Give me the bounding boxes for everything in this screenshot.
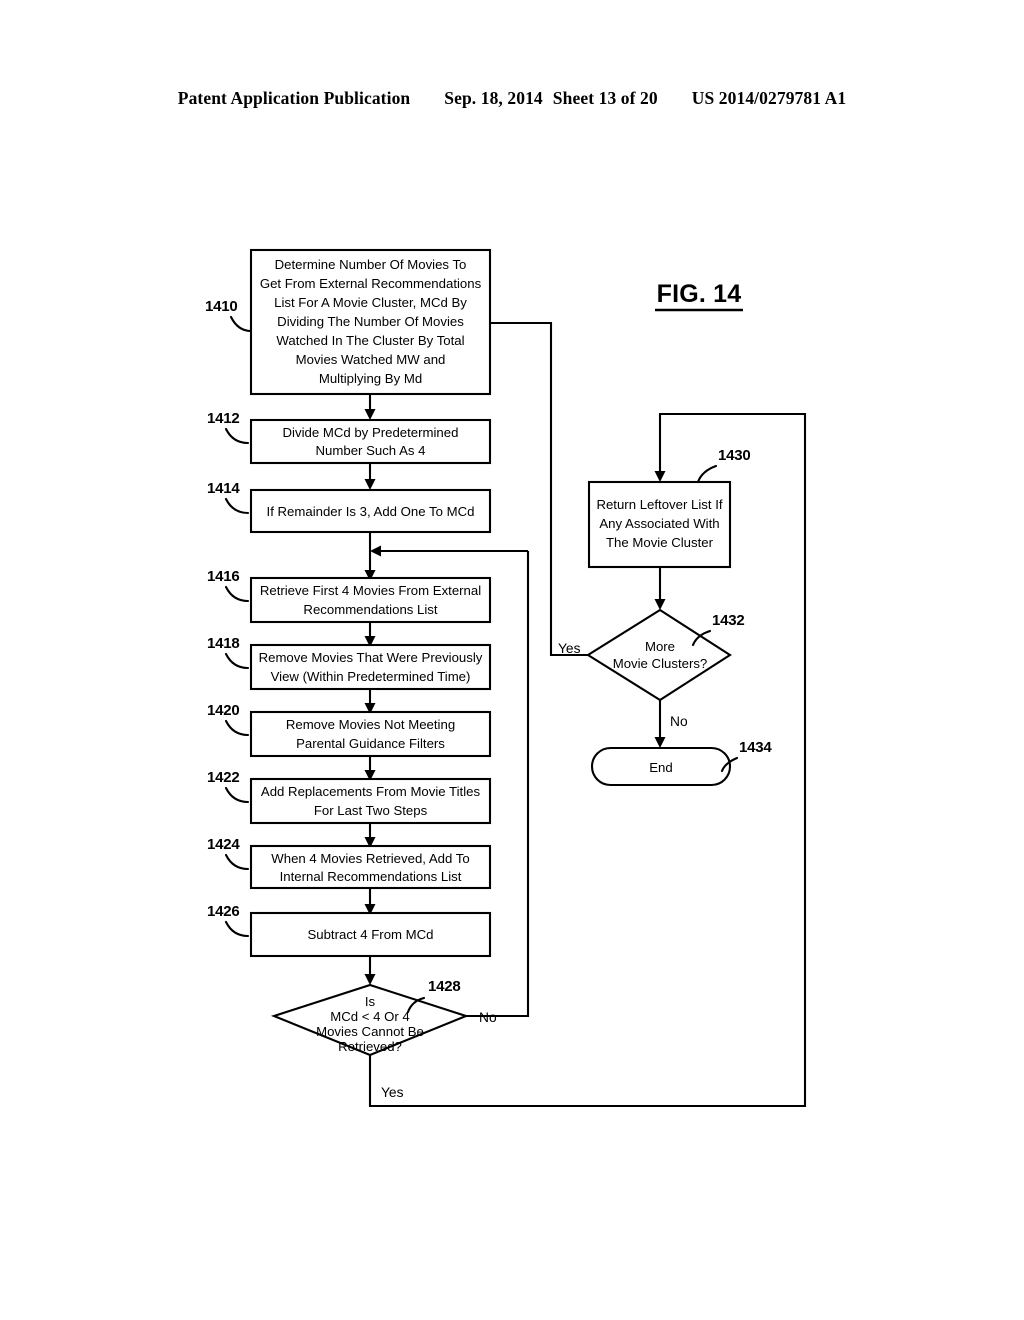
node-1426-leader <box>224 920 250 938</box>
node-1420-leader <box>224 719 250 737</box>
node-1418-line-2: View (Within Predetermined Time) <box>271 669 471 684</box>
node-1418-line-1: Remove Movies That Were Previously <box>259 650 483 665</box>
node-1410-line-4: Dividing The Number Of Movies <box>277 314 464 329</box>
node-1428[interactable]: Is MCd < 4 Or 4 Movies Cannot Be Retriev… <box>270 978 470 1057</box>
node-1412[interactable]: Divide MCd by Predetermined Number Such … <box>207 410 492 465</box>
node-1420-ref: 1420 <box>207 702 240 719</box>
header-publication: Patent Application Publication <box>177 88 411 108</box>
node-1424[interactable]: When 4 Movies Retrieved, Add To Internal… <box>207 836 492 890</box>
node-1430-ref: 1430 <box>718 447 751 464</box>
node-1422[interactable]: Add Replacements From Movie Titles For L… <box>207 769 492 825</box>
node-1422-ref: 1422 <box>207 769 240 786</box>
node-1416-line-2: Recommendations List <box>303 602 437 617</box>
node-1426-line-1: Subtract 4 From MCd <box>307 927 433 942</box>
node-1432-ref: 1432 <box>712 612 745 629</box>
node-1410-line-6: Movies Watched MW and <box>296 352 446 367</box>
node-1424-line-1: When 4 Movies Retrieved, Add To <box>271 851 469 866</box>
node-1410-line-1: Determine Number Of Movies To <box>275 257 467 272</box>
header-date: Sep. 18, 2014 <box>444 88 543 108</box>
node-1426[interactable]: Subtract 4 From MCd 1426 <box>207 903 492 958</box>
patent-figure-page: Patent Application Publication Sep. 18, … <box>0 0 1024 1320</box>
node-1428-ref: 1428 <box>428 978 461 995</box>
node-1418-leader <box>224 652 250 670</box>
arrowhead-1434 <box>654 737 666 748</box>
flowchart-diagram: FIG. 14 No Yes Yes No Determine Number O… <box>205 248 807 1108</box>
node-1428-line-3: Movies Cannot Be <box>316 1024 424 1039</box>
node-1434-label: End <box>649 760 672 775</box>
node-1414-leader <box>224 497 250 515</box>
node-1414-line-1: If Remainder Is 3, Add One To MCd <box>267 504 475 519</box>
edge-label-1428-yes: Yes <box>381 1085 404 1100</box>
node-1434-ref: 1434 <box>739 739 772 756</box>
edge-label-1432-yes: Yes <box>558 641 581 656</box>
node-1410-line-2: Get From External Recommendations <box>260 276 482 291</box>
arrowhead-1430 <box>654 471 666 482</box>
node-1416-line-1: Retrieve First 4 Movies From External <box>260 583 481 598</box>
node-1430-line-1: Return Leftover List If <box>596 497 722 512</box>
node-1422-line-2: For Last Two Steps <box>314 803 428 818</box>
node-1420-line-2: Parental Guidance Filters <box>296 736 445 751</box>
node-1418-ref: 1418 <box>207 635 240 652</box>
node-1424-ref: 1424 <box>207 836 240 853</box>
node-1410-leader <box>229 315 253 333</box>
node-1412-leader <box>224 427 250 445</box>
node-1426-ref: 1426 <box>207 903 240 920</box>
arrowhead-1412 <box>364 409 376 420</box>
header-patent-number: US 2014/0279781 A1 <box>691 88 847 108</box>
node-1432-diamond[interactable] <box>586 608 732 702</box>
node-1428-line-1: Is <box>365 994 376 1009</box>
arrowhead-1414 <box>364 479 376 490</box>
node-1428-line-4: Retrieved? <box>338 1039 402 1054</box>
node-1430-leader <box>696 464 718 484</box>
node-1412-line-1: Divide MCd by Predetermined <box>283 425 459 440</box>
node-1428-line-2: MCd < 4 Or 4 <box>330 1009 410 1024</box>
node-1434[interactable]: End 1434 <box>590 739 773 787</box>
node-1412-line-2: Number Such As 4 <box>316 443 426 458</box>
node-1416-leader <box>224 585 250 603</box>
arrowhead-1428 <box>364 974 376 985</box>
node-1430-line-2: Any Associated With <box>599 516 719 531</box>
node-1422-line-1: Add Replacements From Movie Titles <box>261 784 481 799</box>
node-1414-ref: 1414 <box>207 480 240 497</box>
node-1416-ref: 1416 <box>207 568 240 585</box>
node-1432[interactable]: More Movie Clusters? 1432 <box>586 608 745 702</box>
node-1430-line-3: The Movie Cluster <box>606 535 714 550</box>
node-1424-leader <box>224 853 250 871</box>
node-1420[interactable]: Remove Movies Not Meeting Parental Guida… <box>207 702 492 758</box>
node-1418[interactable]: Remove Movies That Were Previously View … <box>207 635 492 691</box>
node-1420-line-1: Remove Movies Not Meeting <box>286 717 455 732</box>
page-header: Patent Application Publication Sep. 18, … <box>0 88 1024 109</box>
node-1410-line-5: Watched In The Cluster By Total <box>276 333 464 348</box>
arrowhead-no-loop-return <box>370 545 381 557</box>
node-1410[interactable]: Determine Number Of Movies To Get From E… <box>205 248 492 396</box>
header-sheet: Sheet 13 of 20 <box>552 88 658 108</box>
node-1410-ref: 1410 <box>205 298 238 315</box>
arrowhead-1432 <box>654 599 666 610</box>
edge-label-1428-no: No <box>479 1010 497 1025</box>
edge-label-1432-no: No <box>670 714 688 729</box>
node-1422-leader <box>224 786 250 804</box>
node-1432-line-2: Movie Clusters? <box>613 656 708 671</box>
node-1424-line-2: Internal Recommendations List <box>280 869 462 884</box>
node-1432-line-1: More <box>645 639 675 654</box>
node-1410-line-7: Multiplying By Md <box>319 371 422 386</box>
node-1412-ref: 1412 <box>207 410 240 427</box>
node-1410-line-3: List For A Movie Cluster, MCd By <box>274 295 467 310</box>
figure-title: FIG. 14 <box>657 280 742 308</box>
node-1430[interactable]: Return Leftover List If Any Associated W… <box>587 447 751 569</box>
node-1414[interactable]: If Remainder Is 3, Add One To MCd 1414 <box>207 480 492 534</box>
node-1416[interactable]: Retrieve First 4 Movies From External Re… <box>207 568 492 624</box>
